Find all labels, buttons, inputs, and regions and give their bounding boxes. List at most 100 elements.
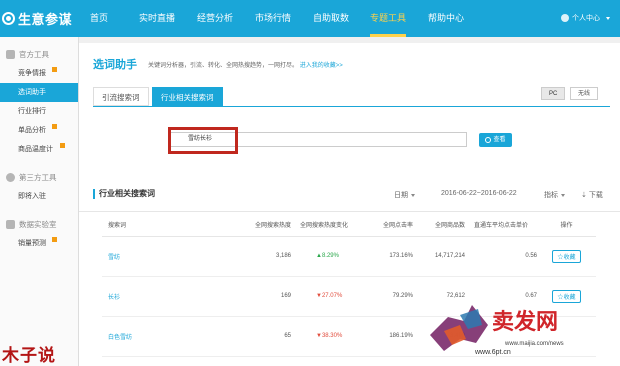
download-button[interactable]: ⇣ 下载 — [581, 190, 603, 200]
plugin-icon — [6, 172, 15, 182]
col-item-count[interactable]: 全网商品数 — [416, 213, 468, 237]
col-keyword[interactable]: 搜索词 — [102, 213, 222, 237]
sidebar-item-label: 销量预测 — [18, 240, 46, 247]
lab-icon — [6, 219, 15, 229]
section-title: 第三方工具 — [19, 172, 57, 182]
heat-cell: 3,186 — [222, 236, 294, 277]
heat-change-value: 8.29% — [321, 253, 339, 259]
date-label: 日期 — [394, 192, 408, 199]
search-icon — [485, 137, 492, 143]
col-search-heat[interactable]: 全网搜索热度 — [222, 213, 294, 237]
download-label: 下载 — [588, 192, 603, 199]
sidebar-item-thermometer[interactable]: 商品温度计 — [0, 140, 78, 159]
results-title: 行业相关搜索词 — [93, 189, 155, 199]
col-ctr[interactable]: 全网点击率 — [374, 213, 416, 237]
items-cell: 14,717,214 — [416, 236, 468, 277]
nav-home[interactable]: 首页 — [82, 0, 116, 37]
ctr-cell: 79.29% — [374, 276, 416, 317]
new-badge — [60, 143, 65, 148]
keyword-cell[interactable]: 雪纺 — [102, 236, 222, 277]
nav-tools[interactable]: 专题工具 — [362, 0, 414, 37]
new-badge — [52, 67, 57, 72]
logo-icon — [2, 11, 15, 25]
heat-change-value: 38.30% — [321, 333, 343, 339]
metric-dropdown[interactable]: 指标 — [544, 190, 565, 200]
cpc-cell: 0.56 — [468, 236, 540, 277]
top-nav: 生意参谋 首页 实时直播 经营分析 市场行情 自助取数 专题工具 帮助中心 个人… — [0, 0, 620, 37]
download-icon: ⇣ — [581, 192, 587, 199]
heat-change-cell: ▼27.07% — [294, 276, 374, 317]
col-action: 操作 — [540, 213, 596, 237]
heat-change-value: 27.07% — [321, 293, 343, 299]
nav-business-analysis[interactable]: 经营分析 — [190, 0, 240, 37]
tab-underline — [93, 106, 610, 107]
date-dropdown[interactable]: 日期 — [394, 190, 415, 200]
watermark-left: 木子说 — [2, 346, 56, 366]
metric-label: 指标 — [544, 192, 558, 199]
toolbox-icon — [6, 49, 15, 59]
sidebar-item-keyword-assistant[interactable]: 选词助手 — [0, 83, 78, 102]
tab-industry-keywords[interactable]: 行业相关搜索词 — [152, 87, 223, 106]
nav-self-query[interactable]: 自助取数 — [306, 0, 356, 37]
watermark-logo-text: 卖发网 — [492, 309, 558, 335]
heat-change-cell: ▼38.30% — [294, 316, 374, 357]
sidebar-item-competition[interactable]: 竞争情报 — [0, 64, 78, 83]
device-wireless-toggle[interactable]: 无线 — [570, 87, 599, 100]
new-badge — [52, 237, 57, 242]
user-menu[interactable]: 个人中心 — [561, 13, 610, 23]
favorite-button[interactable]: ☆收藏 — [552, 249, 581, 263]
user-label: 个人中心 — [572, 15, 600, 22]
sidebar-section-lab: 数据实验室 — [0, 214, 78, 234]
action-cell: ☆收藏 — [540, 236, 596, 277]
nav-help[interactable]: 帮助中心 — [420, 0, 472, 37]
table-header-row: 搜索词 全网搜索热度 全网搜索热度变化 全网点击率 全网商品数 直通车平均点击单… — [102, 213, 596, 237]
sidebar-item-label: 即将入驻 — [18, 193, 46, 200]
brand-name: 生意参谋 — [18, 11, 73, 27]
sidebar-section-thirdparty: 第三方工具 — [0, 167, 78, 187]
sidebar-item-label: 行业排行 — [18, 108, 46, 115]
favorites-link[interactable]: 进入我的收藏>> — [300, 63, 343, 69]
heat-change-cell: ▲8.29% — [294, 236, 374, 277]
sidebar-item-industry-rank[interactable]: 行业排行 — [0, 102, 78, 121]
sidebar-item-label: 单品分析 — [18, 127, 46, 134]
col-cpc[interactable]: 直通车平均点击单价 — [468, 213, 540, 237]
date-range[interactable]: 2016-06-22~2016-06-22 — [441, 190, 517, 197]
brand-logo[interactable]: 生意参谋 — [2, 9, 72, 27]
col-heat-change[interactable]: 全网搜索热度变化 — [294, 213, 374, 237]
section-title: 数据实验室 — [19, 219, 57, 229]
sidebar-item-label: 商品温度计 — [18, 146, 53, 153]
description-text: 关键词分析器，引流、转化、全网热搜趋势，一网打尽。 — [148, 63, 299, 69]
annotation-highlight-box — [168, 127, 238, 154]
ctr-cell: 173.16% — [374, 236, 416, 277]
page-description: 关键词分析器，引流、转化、全网热搜趋势，一网打尽。 进入我的收藏>> — [148, 60, 343, 69]
nav-market[interactable]: 市场行情 — [248, 0, 298, 37]
watermark-url-2: www.6pt.cn — [475, 349, 511, 356]
new-badge — [52, 124, 57, 129]
watermark-url: www.maijia.com/news — [505, 341, 564, 347]
sidebar-section-official: 官方工具 — [0, 44, 78, 64]
watermark-logo: 卖发网 — [430, 305, 558, 351]
table-row: 雪纺 3,186 ▲8.29% 173.16% 14,717,214 0.56 … — [102, 236, 596, 277]
chevron-down-icon — [561, 193, 565, 197]
chevron-down-icon — [411, 193, 415, 197]
divider — [79, 211, 620, 212]
sidebar-item-label: 竞争情报 — [18, 70, 46, 77]
tab-traffic-keywords[interactable]: 引流搜索词 — [93, 87, 149, 106]
sidebar: 官方工具 竞争情报 选词助手 行业排行 单品分析 商品温度计 第三方工具 即将入… — [0, 37, 79, 366]
keyword-cell[interactable]: 长衫 — [102, 276, 222, 317]
sidebar-item-label: 选词助手 — [18, 89, 46, 96]
user-icon — [561, 14, 569, 22]
page-title: 选词助手 — [93, 59, 137, 71]
ctr-cell: 186.19% — [374, 316, 416, 357]
heat-cell: 169 — [222, 276, 294, 317]
section-title: 官方工具 — [19, 49, 49, 59]
device-pc-toggle[interactable]: PC — [541, 87, 566, 100]
nav-live[interactable]: 实时直播 — [132, 0, 182, 37]
sidebar-item-coming-soon[interactable]: 即将入驻 — [0, 187, 78, 206]
sidebar-item-item-analysis[interactable]: 单品分析 — [0, 121, 78, 140]
search-button[interactable]: 查看 — [479, 133, 512, 147]
keyword-cell[interactable]: 白色雪纺 — [102, 316, 222, 357]
sidebar-item-sales-forecast[interactable]: 销量预测 — [0, 234, 78, 253]
search-button-label: 查看 — [493, 137, 506, 143]
heat-cell: 65 — [222, 316, 294, 357]
